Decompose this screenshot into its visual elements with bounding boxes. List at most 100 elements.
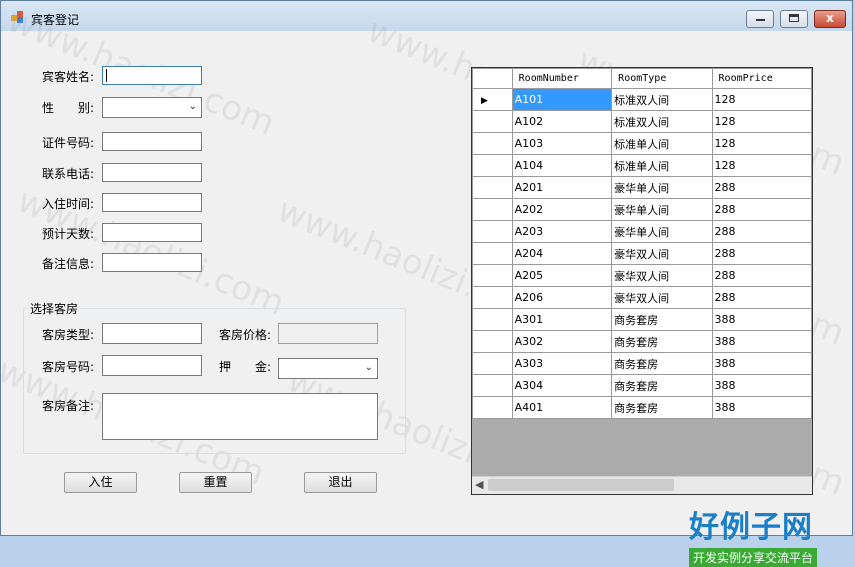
table-cell[interactable]: 商务套房 — [611, 374, 713, 397]
table-cell[interactable]: A101 — [511, 88, 613, 111]
table-cell[interactable]: 288 — [711, 220, 812, 243]
table-cell[interactable]: 豪华单人间 — [611, 176, 713, 199]
table-cell[interactable]: 豪华双人间 — [611, 242, 713, 265]
table-row[interactable]: A204 豪华双人间 288 — [472, 242, 812, 265]
row-header[interactable] — [472, 374, 513, 397]
table-cell[interactable]: 128 — [711, 132, 812, 155]
phone-input[interactable] — [102, 163, 202, 182]
table-cell[interactable]: 豪华单人间 — [611, 198, 713, 221]
table-cell[interactable]: A202 — [511, 198, 613, 221]
title-bar[interactable]: 宾客登记 x — [1, 1, 852, 31]
room-type-input[interactable] — [102, 323, 202, 344]
row-header[interactable] — [472, 198, 513, 221]
column-header-roomprice[interactable]: RoomPrice — [711, 68, 812, 89]
table-cell[interactable]: 388 — [711, 374, 812, 397]
table-cell[interactable]: 标准双人间 — [611, 88, 713, 111]
room-number-input[interactable] — [102, 355, 202, 376]
table-cell[interactable]: 388 — [711, 396, 812, 419]
table-cell[interactable]: A205 — [511, 264, 613, 287]
table-cell[interactable]: 豪华双人间 — [611, 286, 713, 309]
table-cell[interactable]: A104 — [511, 154, 613, 177]
table-cell[interactable]: 标准单人间 — [611, 132, 713, 155]
table-cell[interactable]: 128 — [711, 110, 812, 133]
deposit-select[interactable]: ⌄ — [278, 358, 378, 379]
table-cell[interactable]: A103 — [511, 132, 613, 155]
exit-button[interactable]: 退出 — [304, 472, 377, 493]
table-cell[interactable]: 128 — [711, 88, 812, 111]
table-row[interactable]: A304 商务套房 388 — [472, 374, 812, 397]
reset-button[interactable]: 重置 — [179, 472, 252, 493]
column-header-roomnumber[interactable]: RoomNumber — [511, 68, 613, 89]
minimize-button[interactable] — [746, 10, 774, 28]
table-cell[interactable]: A204 — [511, 242, 613, 265]
table-row[interactable]: A201 豪华单人间 288 — [472, 176, 812, 199]
row-header[interactable] — [472, 132, 513, 155]
id-number-input[interactable] — [102, 132, 202, 151]
table-cell[interactable]: A302 — [511, 330, 613, 353]
table-row[interactable]: ▶ A101 标准双人间 128 — [472, 88, 812, 111]
table-cell[interactable]: 288 — [711, 264, 812, 287]
row-header[interactable] — [472, 396, 513, 419]
table-cell[interactable]: 388 — [711, 308, 812, 331]
table-cell[interactable]: A201 — [511, 176, 613, 199]
scroll-left-icon[interactable]: ◀ — [475, 478, 483, 491]
row-header[interactable] — [472, 308, 513, 331]
room-grid[interactable]: RoomNumber RoomType RoomPrice ▶ A101 标准双人间… — [471, 67, 813, 495]
table-row[interactable]: A303 商务套房 388 — [472, 352, 812, 375]
checkin-button[interactable]: 入住 — [64, 472, 137, 493]
remark-input[interactable] — [102, 253, 202, 272]
maximize-button[interactable] — [780, 10, 808, 28]
row-header[interactable] — [472, 176, 513, 199]
table-row[interactable]: A202 豪华单人间 288 — [472, 198, 812, 221]
table-cell[interactable]: 288 — [711, 242, 812, 265]
table-row[interactable]: A102 标准双人间 128 — [472, 110, 812, 133]
table-cell[interactable]: A301 — [511, 308, 613, 331]
table-cell[interactable]: 288 — [711, 198, 812, 221]
days-input[interactable] — [102, 223, 202, 242]
row-header[interactable] — [472, 352, 513, 375]
row-header[interactable] — [472, 242, 513, 265]
table-row[interactable]: A203 豪华单人间 288 — [472, 220, 812, 243]
scrollbar-thumb[interactable] — [488, 479, 674, 491]
gender-select[interactable]: ⌄ — [102, 97, 202, 118]
table-cell[interactable]: 商务套房 — [611, 330, 713, 353]
table-row[interactable]: A104 标准单人间 128 — [472, 154, 812, 177]
table-cell[interactable]: 商务套房 — [611, 396, 713, 419]
table-row[interactable]: A301 商务套房 388 — [472, 308, 812, 331]
guest-name-input[interactable] — [102, 66, 202, 85]
close-button[interactable]: x — [814, 10, 846, 28]
table-cell[interactable]: 商务套房 — [611, 352, 713, 375]
table-cell[interactable]: 288 — [711, 176, 812, 199]
table-row[interactable]: A103 标准单人间 128 — [472, 132, 812, 155]
row-header[interactable] — [472, 330, 513, 353]
horizontal-scrollbar[interactable]: ◀ — [472, 476, 812, 494]
table-cell[interactable]: 288 — [711, 286, 812, 309]
row-header[interactable] — [472, 110, 513, 133]
row-header[interactable] — [472, 220, 513, 243]
table-cell[interactable]: A206 — [511, 286, 613, 309]
row-header[interactable] — [472, 264, 513, 287]
table-cell[interactable]: A304 — [511, 374, 613, 397]
table-cell[interactable]: 豪华双人间 — [611, 264, 713, 287]
table-cell[interactable]: 388 — [711, 352, 812, 375]
table-cell[interactable]: 商务套房 — [611, 308, 713, 331]
row-header[interactable]: ▶ — [472, 88, 513, 111]
row-header[interactable] — [472, 286, 513, 309]
table-cell[interactable]: 388 — [711, 330, 812, 353]
row-header[interactable] — [472, 154, 513, 177]
table-cell[interactable]: 128 — [711, 154, 812, 177]
table-cell[interactable]: 标准单人间 — [611, 154, 713, 177]
table-row[interactable]: A302 商务套房 388 — [472, 330, 812, 353]
table-cell[interactable]: 豪华单人间 — [611, 220, 713, 243]
table-cell[interactable]: A401 — [511, 396, 613, 419]
checkin-time-input[interactable] — [102, 193, 202, 212]
table-cell[interactable]: 标准双人间 — [611, 110, 713, 133]
room-remark-textarea[interactable] — [102, 393, 378, 440]
table-row[interactable]: A205 豪华双人间 288 — [472, 264, 812, 287]
table-row[interactable]: A206 豪华双人间 288 — [472, 286, 812, 309]
table-cell[interactable]: A102 — [511, 110, 613, 133]
table-cell[interactable]: A203 — [511, 220, 613, 243]
column-header-roomtype[interactable]: RoomType — [611, 68, 713, 89]
table-cell[interactable]: A303 — [511, 352, 613, 375]
table-row[interactable]: A401 商务套房 388 — [472, 396, 812, 419]
